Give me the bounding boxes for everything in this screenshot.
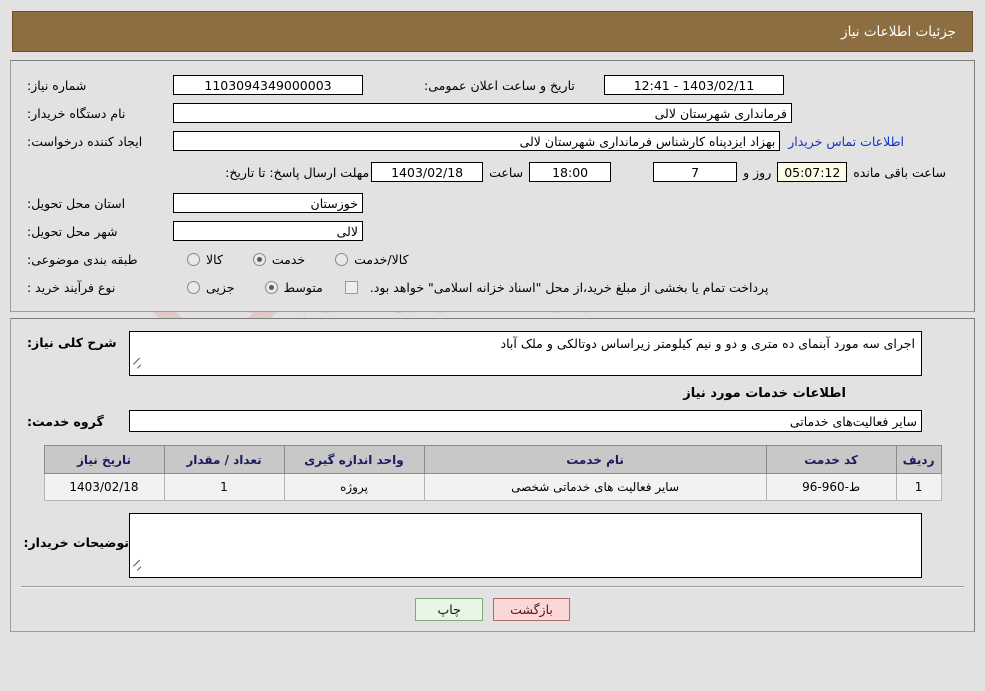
purchase-option-2[interactable]: متوسط: [261, 280, 323, 295]
category-radio-1[interactable]: [187, 252, 200, 266]
row-deadline: ساعت باقی مانده 05:07:12 روز و 7 18:00 س…: [21, 155, 964, 189]
cell-quantity: 1: [163, 473, 285, 501]
category-option-2-label: خدمت: [271, 251, 306, 267]
need-number-label: شماره نیاز:: [27, 77, 87, 93]
announce-date-value: 1403/02/11 - 12:41: [604, 75, 784, 95]
purchase-option-2-label: متوسط: [283, 279, 323, 295]
province-value: خوزستان: [173, 193, 363, 213]
deadline-days-value: 7: [653, 162, 738, 182]
need-number-value: 1103094349000003: [173, 75, 363, 95]
category-option-3[interactable]: کالا/خدمت: [331, 251, 409, 267]
footer-divider: [21, 586, 964, 588]
description-textarea[interactable]: اجرای سه مورد آبنمای ده متری و دو و نیم …: [129, 331, 922, 376]
back-button[interactable]: بازگشت: [493, 598, 570, 621]
deadline-hour-label: ساعت: [489, 164, 524, 180]
buyer-notes-label: توضیحات خریدار:: [23, 535, 129, 550]
page-title: جزئیات اطلاعات نیاز: [841, 23, 956, 40]
cell-row-no: 1: [895, 473, 942, 501]
services-table: ردیف کد خدمت نام خدمت واحد اندازه گیری ت…: [43, 445, 942, 501]
page-title-bar: جزئیات اطلاعات نیاز: [12, 11, 973, 52]
th-row-no: ردیف: [895, 445, 942, 474]
category-option-2[interactable]: خدمت: [249, 252, 305, 267]
service-group-value: سایر فعالیت‌های خدماتی: [129, 410, 922, 432]
deadline-hour-value: 18:00: [529, 162, 612, 182]
city-label: شهر محل تحویل:: [27, 223, 118, 239]
category-option-1-label: کالا: [206, 251, 223, 267]
cell-unit: پروژه: [283, 473, 425, 501]
row-buyer-org: فرمانداری شهرستان لالی نام دستگاه خریدار…: [21, 99, 964, 127]
cell-service-code: ط-960-96: [765, 473, 897, 501]
services-panel: اجرای سه مورد آبنمای ده متری و دو و نیم …: [10, 318, 975, 632]
row-service-group: سایر فعالیت‌های خدماتی گروه خدمت:: [21, 407, 964, 435]
th-need-date: تاریخ نیاز: [43, 445, 165, 474]
category-radio-2[interactable]: [252, 252, 266, 266]
province-label: استان محل تحویل:: [27, 195, 126, 211]
treasury-checkbox[interactable]: [344, 280, 358, 294]
buyer-org-value: فرمانداری شهرستان لالی: [173, 103, 792, 123]
print-button[interactable]: چاپ: [415, 598, 484, 621]
deadline-label: مهلت ارسال پاسخ: تا تاریخ:: [225, 164, 370, 180]
category-radio-3[interactable]: [335, 252, 349, 266]
need-info-panel: 1403/02/11 - 12:41 تاریخ و ساعت اعلان عم…: [10, 60, 975, 312]
countdown-value: 05:07:12: [777, 162, 848, 182]
buyer-notes-textarea[interactable]: [129, 513, 922, 578]
purchase-option-1[interactable]: جزیی: [183, 280, 235, 295]
page-root: W AriaTender.net جزئیات اطلاعات نیاز 140…: [0, 11, 985, 691]
remaining-label: ساعت باقی مانده: [853, 164, 946, 180]
city-value: لالی: [173, 221, 363, 241]
resize-grip-icon[interactable]: [133, 364, 142, 373]
row-city: لالی شهر محل تحویل:: [21, 217, 964, 245]
action-buttons: بازگشت چاپ: [21, 598, 964, 621]
purchase-radio-2[interactable]: [264, 280, 278, 294]
th-unit: واحد اندازه گیری: [283, 445, 425, 474]
row-description: اجرای سه مورد آبنمای ده متری و دو و نیم …: [21, 331, 964, 376]
buyer-org-label: نام دستگاه خریدار:: [27, 105, 126, 121]
services-section-heading: اطلاعات خدمات مورد نیاز: [683, 386, 846, 401]
category-option-3-label: کالا/خدمت: [354, 251, 409, 267]
description-label: شرح کلی نیاز:: [27, 335, 117, 350]
description-value: اجرای سه مورد آبنمای ده متری و دو و نیم …: [500, 336, 915, 351]
purchase-radio-1[interactable]: [187, 280, 200, 294]
row-creator: اطلاعات تماس خریدار بهزاد ایزدپناه کارشن…: [21, 127, 964, 155]
row-category: کالا/خدمت خدمت کالا طبقه بندی موضوعی:: [21, 245, 964, 273]
category-option-1[interactable]: کالا: [183, 252, 223, 267]
treasury-checkbox-label: پرداخت تمام یا بخشی از مبلغ خرید،از محل …: [369, 279, 769, 295]
deadline-date-value: 1403/02/18: [371, 162, 484, 182]
purchase-option-1-label: جزیی: [206, 279, 235, 295]
purchase-type-label: نوع فرآیند خرید :: [27, 279, 116, 295]
th-quantity: تعداد / مقدار: [163, 445, 285, 474]
service-group-label: گروه خدمت:: [27, 413, 104, 429]
category-label: طبقه بندی موضوعی:: [27, 251, 138, 267]
cell-service-name: سایر فعالیت های خدماتی شخصی: [423, 473, 767, 501]
th-service-code: کد خدمت: [765, 445, 897, 474]
row-purchase-type: پرداخت تمام یا بخشی از مبلغ خرید،از محل …: [21, 273, 964, 301]
creator-label: ایجاد کننده درخواست:: [27, 133, 143, 149]
buyer-contact-link[interactable]: اطلاعات تماس خریدار: [780, 134, 912, 149]
row-province: خوزستان استان محل تحویل:: [21, 189, 964, 217]
table-row: 1 ط-960-96 سایر فعالیت های خدماتی شخصی پ…: [43, 473, 942, 501]
cell-need-date: 1403/02/18: [43, 473, 165, 501]
row-buyer-notes: توضیحات خریدار:: [21, 513, 964, 578]
days-separator-label: روز و: [743, 164, 772, 180]
creator-value: بهزاد ایزدپناه کارشناس فرمانداری شهرستان…: [173, 131, 781, 151]
table-header-row: ردیف کد خدمت نام خدمت واحد اندازه گیری ت…: [43, 445, 942, 474]
th-service-name: نام خدمت: [423, 445, 767, 474]
row-need-number: 1403/02/11 - 12:41 تاریخ و ساعت اعلان عم…: [21, 71, 964, 99]
resize-grip-icon[interactable]: [133, 566, 142, 575]
announce-date-label: تاریخ و ساعت اعلان عمومی:: [424, 77, 575, 93]
